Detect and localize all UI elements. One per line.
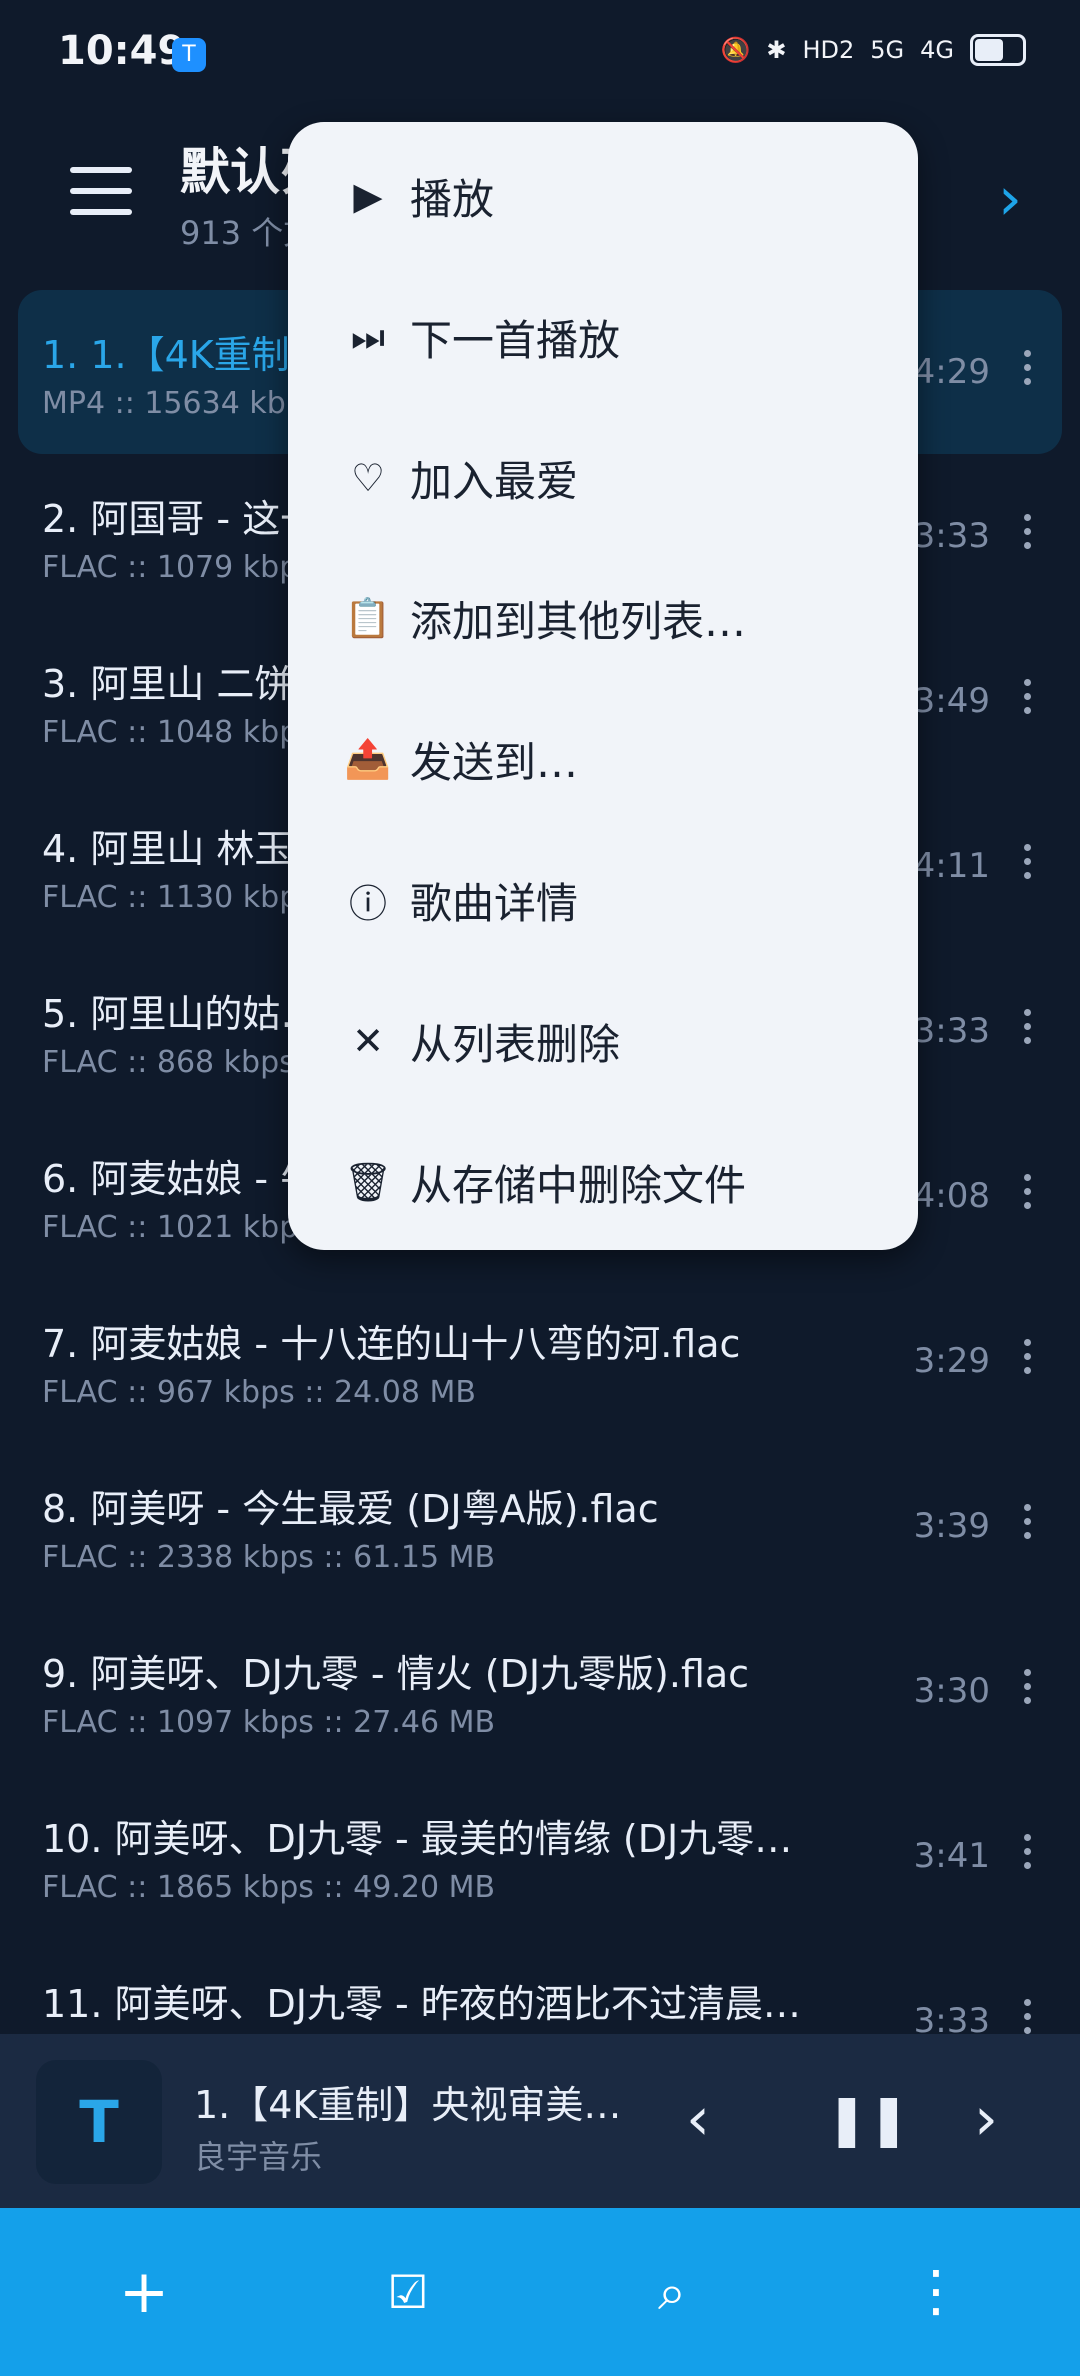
network-4g-icon: 4G: [920, 36, 954, 64]
now-playing-title: 1.【4K重制】央视审美…: [194, 2083, 622, 2127]
menu-item-label: 从存储中删除文件: [410, 1160, 747, 1210]
track-title: 10. 阿美呀、DJ九零 - 最美的情缘 (DJ九零…: [42, 1817, 793, 1861]
menu-item-delete-file[interactable]: 🗑 从存储中删除文件: [342, 1142, 746, 1222]
more-vert-icon[interactable]: [1024, 1669, 1034, 1711]
track-duration: 3:33: [913, 516, 990, 556]
menu-item-play-next[interactable]: ⏭ 下一首播放: [342, 297, 620, 377]
track-duration: 3:33: [913, 2001, 990, 2034]
hd-icon: HD2: [802, 36, 855, 64]
menu-item-favorite[interactable]: ♡ 加入最爱: [342, 438, 578, 518]
next-icon[interactable]: ›: [974, 2084, 998, 2154]
status-time: 10:49: [58, 28, 186, 74]
list-item[interactable]: 10. 阿美呀、DJ九零 - 最美的情缘 (DJ九零… FLAC :: 1865…: [18, 1774, 1062, 1938]
more-vert-icon[interactable]: [1024, 1174, 1034, 1216]
menu-item-send-to[interactable]: 📤 发送到…: [342, 719, 578, 799]
track-duration: 3:41: [913, 1836, 990, 1876]
clipboard-icon: 📋: [344, 595, 392, 640]
track-meta: FLAC :: 868 kbps: [42, 1045, 295, 1080]
more-vert-icon[interactable]: [1024, 1339, 1034, 1381]
list-item[interactable]: 11. 阿美呀、DJ九零 - 昨夜的酒比不过清晨… 3:33: [18, 1939, 1062, 2034]
status-icons: 🔕 ✱ HD2 5G 4G: [720, 34, 1026, 66]
menu-item-add-to-list[interactable]: 📋 添加到其他列表…: [342, 578, 746, 658]
network-5g-icon: 5G: [870, 36, 905, 64]
album-art: T: [36, 2060, 162, 2184]
bottom-toolbar: + ☑ ⌕ ⋮: [0, 2208, 1080, 2376]
app-notification-icon: T: [172, 38, 206, 72]
list-item[interactable]: 9. 阿美呀、DJ九零 - 情火 (DJ九零版).flac FLAC :: 10…: [18, 1609, 1062, 1773]
track-title: 7. 阿麦姑娘 - 十八连的山十八弯的河.flac: [42, 1322, 741, 1366]
menu-item-label: 播放: [410, 174, 495, 224]
list-item[interactable]: 8. 阿美呀 - 今生最爱 (DJ粤A版).flac FLAC :: 2338 …: [18, 1444, 1062, 1608]
bluetooth-icon: ✱: [766, 36, 787, 64]
more-vert-icon[interactable]: [1024, 844, 1034, 886]
menu-item-details[interactable]: ⓘ 歌曲详情: [342, 860, 578, 940]
trash-icon: 🗑: [343, 1159, 393, 1204]
more-vert-icon[interactable]: [1024, 1834, 1034, 1876]
track-meta: FLAC :: 2338 kbps :: 61.15 MB: [42, 1540, 496, 1575]
menu-item-label: 从列表删除: [410, 1019, 621, 1069]
more-vert-icon[interactable]: [1024, 1009, 1034, 1051]
track-meta: FLAC :: 1021 kbps: [42, 1210, 314, 1245]
track-meta: FLAC :: 967 kbps :: 24.08 MB: [42, 1375, 476, 1410]
track-duration: 3:49: [913, 681, 990, 721]
menu-icon[interactable]: [70, 167, 132, 215]
context-menu: ▶ 播放 ⏭ 下一首播放 ♡ 加入最爱 📋 添加到其他列表… 📤 发送到… ⓘ …: [288, 122, 918, 1250]
track-duration: 3:29: [913, 1341, 990, 1381]
more-vert-icon[interactable]: [1024, 350, 1034, 392]
more-vert-icon[interactable]: [1024, 514, 1034, 556]
menu-item-label: 添加到其他列表…: [410, 596, 747, 646]
track-meta: FLAC :: 1048 kbps: [42, 715, 314, 750]
more-vert-icon[interactable]: ⋮: [896, 2252, 976, 2332]
menu-item-label: 加入最爱: [410, 456, 579, 506]
track-meta: MP4 :: 15634 kbps: [42, 386, 321, 421]
now-playing-bar[interactable]: T 1.【4K重制】央视审美… 良宇音乐 ‹ ❚❚ ›: [0, 2034, 1080, 2208]
track-meta: FLAC :: 1865 kbps :: 49.20 MB: [42, 1870, 496, 1905]
track-title: 8. 阿美呀 - 今生最爱 (DJ粤A版).flac: [42, 1487, 659, 1531]
track-duration: 4:29: [913, 352, 990, 392]
track-title: 5. 阿里山的姑…: [42, 992, 319, 1036]
track-duration: 4:11: [913, 846, 990, 886]
menu-item-label: 发送到…: [410, 737, 579, 787]
checklist-icon[interactable]: ☑: [368, 2252, 448, 2332]
track-title: 11. 阿美呀、DJ九零 - 昨夜的酒比不过清晨…: [42, 1982, 801, 2026]
track-title: 9. 阿美呀、DJ九零 - 情火 (DJ九零版).flac: [42, 1652, 750, 1696]
info-icon: ⓘ: [348, 881, 387, 926]
status-bar: 10:49 T 🔕 ✱ HD2 5G 4G: [0, 0, 1080, 112]
more-vert-icon[interactable]: [1024, 679, 1034, 721]
more-vert-icon[interactable]: [1024, 1999, 1034, 2034]
skip-next-icon: ⏭: [350, 314, 386, 359]
previous-icon[interactable]: ‹: [686, 2084, 710, 2154]
menu-item-label: 下一首播放: [410, 315, 621, 365]
menu-item-label: 歌曲详情: [410, 878, 579, 928]
pause-icon[interactable]: ❚❚: [826, 2090, 910, 2148]
now-playing-artist: 良宇音乐: [194, 2138, 323, 2176]
search-icon[interactable]: ⌕: [632, 2252, 712, 2332]
menu-item-play[interactable]: ▶ 播放: [342, 156, 494, 236]
chevron-right-icon[interactable]: ›: [998, 164, 1022, 234]
list-item[interactable]: 7. 阿麦姑娘 - 十八连的山十八弯的河.flac FLAC :: 967 kb…: [18, 1279, 1062, 1443]
close-icon: ✕: [352, 1019, 384, 1063]
track-meta: FLAC :: 1097 kbps :: 27.46 MB: [42, 1705, 496, 1740]
track-duration: 3:30: [913, 1671, 990, 1711]
track-meta: FLAC :: 1079 kbps: [42, 550, 314, 585]
more-vert-icon[interactable]: [1024, 1504, 1034, 1546]
menu-item-remove-from-list[interactable]: ✕ 从列表删除: [342, 1001, 620, 1081]
mute-icon: 🔕: [720, 36, 751, 64]
outbox-icon: 📤: [344, 736, 392, 781]
add-icon[interactable]: +: [104, 2252, 184, 2332]
track-duration: 3:39: [913, 1506, 990, 1546]
track-duration: 4:08: [913, 1176, 990, 1216]
heart-icon: ♡: [350, 456, 386, 500]
track-duration: 3:33: [913, 1011, 990, 1051]
battery-icon: [970, 34, 1026, 66]
track-meta: FLAC :: 1130 kbps: [42, 880, 314, 915]
play-icon: ▶: [353, 174, 383, 218]
